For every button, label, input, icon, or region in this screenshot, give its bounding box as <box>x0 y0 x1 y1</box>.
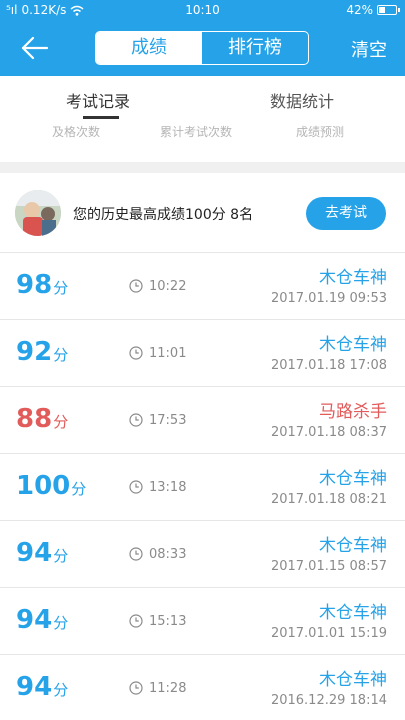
battery-icon <box>377 5 400 15</box>
record-date: 2017.01.01 15:19 <box>270 626 387 641</box>
record-date: 2017.01.18 17:08 <box>270 358 387 373</box>
record-title: 马路杀手 <box>319 402 387 422</box>
record-title: 木仓车神 <box>319 469 387 489</box>
tab-scores[interactable]: 成绩 <box>96 32 202 64</box>
battery-fill <box>379 7 386 13</box>
clock-icon <box>129 480 143 494</box>
score-value: 92 <box>16 337 53 367</box>
record-row[interactable]: 92分 11:01 木仓车神 2017.01.18 17:08 <box>0 320 405 387</box>
record-date: 2017.01.19 09:53 <box>270 291 387 306</box>
active-tab-indicator <box>83 116 119 119</box>
record-date: 2017.01.15 08:57 <box>270 559 387 574</box>
clear-button[interactable]: 清空 <box>351 36 387 62</box>
status-right: 42% <box>346 3 400 17</box>
record-date: 2017.01.18 08:21 <box>270 492 387 507</box>
take-exam-button[interactable]: 去考试 <box>306 197 386 230</box>
record-score: 94分 <box>16 538 68 568</box>
tab-ranking[interactable]: 排行榜 <box>202 32 308 64</box>
app-screen: ⁵ıl 0.12K/s 10:10 42% 成绩 排行榜 清空 考试记录 数据统… <box>0 0 405 720</box>
score-value: 94 <box>16 672 53 702</box>
battery-percent: 42% <box>346 3 373 17</box>
record-duration: 11:28 <box>149 681 187 696</box>
score-value: 98 <box>16 270 53 300</box>
record-row[interactable]: 100分 13:18 木仓车神 2017.01.18 08:21 <box>0 454 405 521</box>
score-value: 88 <box>16 404 53 434</box>
sub-tabs: 考试记录 数据统计 及格次数 累计考试次数 成绩预测 <box>0 76 405 162</box>
clock-icon <box>129 346 143 360</box>
score-unit: 分 <box>53 547 69 565</box>
records-list: 98分 10:22 木仓车神 2017.01.19 09:53 92分 11:01 木仓车神… <box>0 253 405 720</box>
avatar-image <box>15 190 61 236</box>
record-date: 2017.01.18 08:37 <box>270 425 387 440</box>
record-duration: 13:18 <box>149 480 187 495</box>
score-unit: 分 <box>71 480 87 498</box>
record-title: 木仓车神 <box>319 603 387 623</box>
clock-icon <box>129 614 143 628</box>
clock-icon <box>129 681 143 695</box>
stat-pass-count: 及格次数 <box>52 125 101 139</box>
record-duration: 10:22 <box>149 279 187 294</box>
score-unit: 分 <box>53 279 69 297</box>
record-row[interactable]: 88分 17:53 马路杀手 2017.01.18 08:37 <box>0 387 405 454</box>
top-bar: ⁵ıl 0.12K/s 10:10 42% 成绩 排行榜 清空 <box>0 0 405 76</box>
record-row[interactable]: 94分 11:28 木仓车神 2016.12.29 18:14 <box>0 655 405 720</box>
tab-data-stats[interactable]: 数据统计 <box>270 88 334 112</box>
status-bar: ⁵ıl 0.12K/s 10:10 42% <box>0 0 405 22</box>
status-time: 10:10 <box>185 3 220 17</box>
record-score: 100分 <box>16 471 86 501</box>
segment-control: 成绩 排行榜 <box>95 31 309 65</box>
record-duration: 11:01 <box>149 346 187 361</box>
score-unit: 分 <box>53 413 69 431</box>
score-value: 94 <box>16 538 53 568</box>
stat-total-exams: 累计考试次数 <box>160 125 233 139</box>
clock-icon <box>129 413 143 427</box>
record-score: 92分 <box>16 337 68 367</box>
record-duration: 08:33 <box>149 547 187 562</box>
record-title: 木仓车神 <box>319 268 387 288</box>
record-row[interactable]: 94分 15:13 木仓车神 2017.01.01 15:19 <box>0 588 405 655</box>
clock-icon <box>129 547 143 561</box>
record-score: 98分 <box>16 270 68 300</box>
avatar[interactable] <box>15 190 61 236</box>
record-date: 2016.12.29 18:14 <box>270 693 387 708</box>
score-unit: 分 <box>53 681 69 699</box>
record-row[interactable]: 98分 10:22 木仓车神 2017.01.19 09:53 <box>0 253 405 320</box>
score-unit: 分 <box>53 346 69 364</box>
record-title: 木仓车神 <box>319 536 387 556</box>
best-score-text: 您的历史最高成绩100分 8名 <box>73 207 254 223</box>
tab-exam-records[interactable]: 考试记录 <box>66 88 130 112</box>
record-duration: 17:53 <box>149 413 187 428</box>
stat-score-prediction: 成绩预测 <box>296 125 345 139</box>
score-value: 94 <box>16 605 53 635</box>
score-unit: 分 <box>53 614 69 632</box>
record-duration: 15:13 <box>149 614 187 629</box>
score-value: 100 <box>16 471 71 501</box>
record-score: 88分 <box>16 404 68 434</box>
best-score-row: 您的历史最高成绩100分 8名 去考试 <box>0 173 405 253</box>
record-title: 木仓车神 <box>319 335 387 355</box>
section-divider <box>0 162 405 173</box>
clock-icon <box>129 279 143 293</box>
record-title: 木仓车神 <box>319 670 387 690</box>
record-row[interactable]: 94分 08:33 木仓车神 2017.01.15 08:57 <box>0 521 405 588</box>
back-arrow-icon[interactable] <box>20 34 50 62</box>
record-score: 94分 <box>16 605 68 635</box>
record-score: 94分 <box>16 672 68 702</box>
